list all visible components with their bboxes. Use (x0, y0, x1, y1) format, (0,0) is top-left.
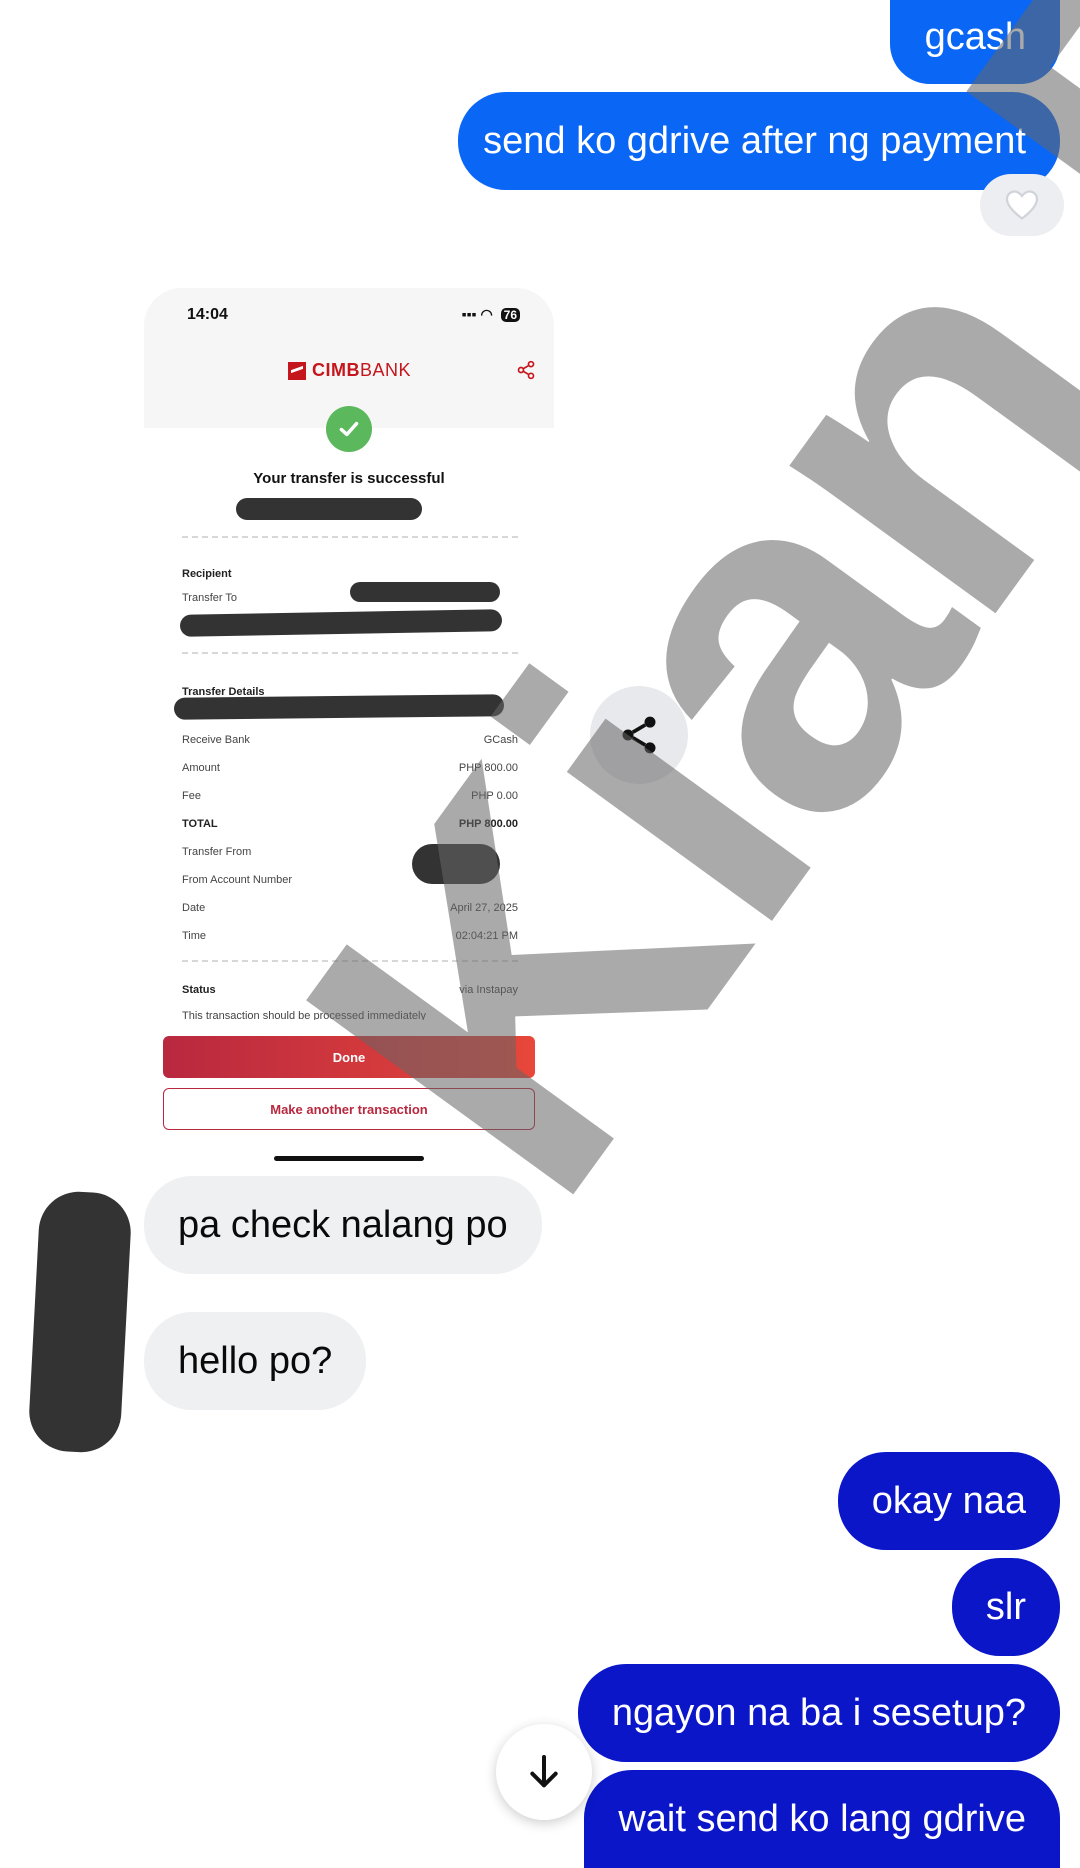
message-text: wait send ko lang gdrive (618, 1798, 1026, 1840)
success-check-icon (326, 406, 372, 452)
message-text: pa check nalang po (178, 1204, 508, 1246)
message-text: hello po? (178, 1340, 333, 1382)
message-bubble-in[interactable]: hello po? (144, 1312, 367, 1410)
share-button[interactable] (590, 686, 688, 784)
message-bubble-out[interactable]: wait send ko lang gdrive (584, 1770, 1060, 1868)
message-bubble-out[interactable]: ngayon na ba i sesetup? (577, 1664, 1060, 1762)
status-icons: ▪▪▪ ◠ 76 (462, 306, 520, 323)
redaction-mark (173, 694, 505, 720)
arrow-down-icon (530, 1755, 558, 1788)
scroll-to-bottom-button[interactable] (496, 1724, 592, 1820)
status-row: Status via Instapay (182, 984, 518, 996)
cimb-logo-mark (288, 361, 306, 380)
battery-icon: 76 (500, 308, 520, 322)
signal-icon: ▪▪▪ (461, 306, 477, 322)
divider (182, 536, 518, 538)
message-text: slr (985, 1586, 1026, 1628)
message-text: send ko gdrive after ng payment (483, 120, 1026, 162)
detail-row: TOTAL PHP 800.00 (182, 818, 518, 830)
recipient-title: Recipient (182, 568, 232, 580)
detail-row: Time 02:04:21 PM (182, 930, 518, 942)
message-bubble-out[interactable]: gcash (890, 0, 1060, 84)
success-headline: Your transfer is successful (253, 470, 445, 487)
reaction-badge[interactable] (980, 174, 1064, 236)
divider (182, 652, 518, 654)
share-icon (622, 716, 656, 754)
message-text: okay naa (871, 1480, 1026, 1522)
message-text: ngayon na ba i sesetup? (611, 1692, 1026, 1734)
message-bubble-in[interactable]: pa check nalang po (144, 1176, 542, 1274)
cimb-logo: CIMBBANK (288, 360, 411, 381)
message-text: gcash (924, 16, 1026, 58)
detail-row: Receive Bank GCash (182, 734, 518, 746)
share-icon (516, 360, 536, 385)
heart-icon (1005, 190, 1039, 220)
cimb-logo-text: CIMBBANK (312, 360, 412, 380)
make-another-transaction-button[interactable]: Make another transaction (163, 1088, 535, 1130)
message-bubble-out[interactable]: okay naa (837, 1452, 1060, 1550)
message-bubble-out[interactable]: slr (951, 1558, 1060, 1656)
redaction-mark (350, 582, 500, 602)
home-indicator (274, 1156, 424, 1161)
detail-row: Date April 27, 2025 (182, 902, 518, 914)
done-button[interactable]: Done (163, 1036, 535, 1078)
avatar[interactable] (27, 1189, 133, 1455)
redaction-mark (236, 498, 422, 520)
detail-row: Amount PHP 800.00 (182, 762, 518, 774)
receipt-screenshot-image[interactable]: 14:04 ▪▪▪ ◠ 76 CIMBBANK Your transfer is… (144, 288, 554, 1168)
wifi-icon: ◠ (480, 306, 493, 322)
redaction-mark (179, 609, 503, 637)
status-time: 14:04 (187, 306, 228, 323)
divider (182, 960, 518, 962)
redaction-mark (412, 844, 500, 884)
status-note: This transaction should be processed imm… (182, 1010, 426, 1020)
message-bubble-out[interactable]: send ko gdrive after ng payment (458, 92, 1060, 190)
detail-row: Fee PHP 0.00 (182, 790, 518, 802)
